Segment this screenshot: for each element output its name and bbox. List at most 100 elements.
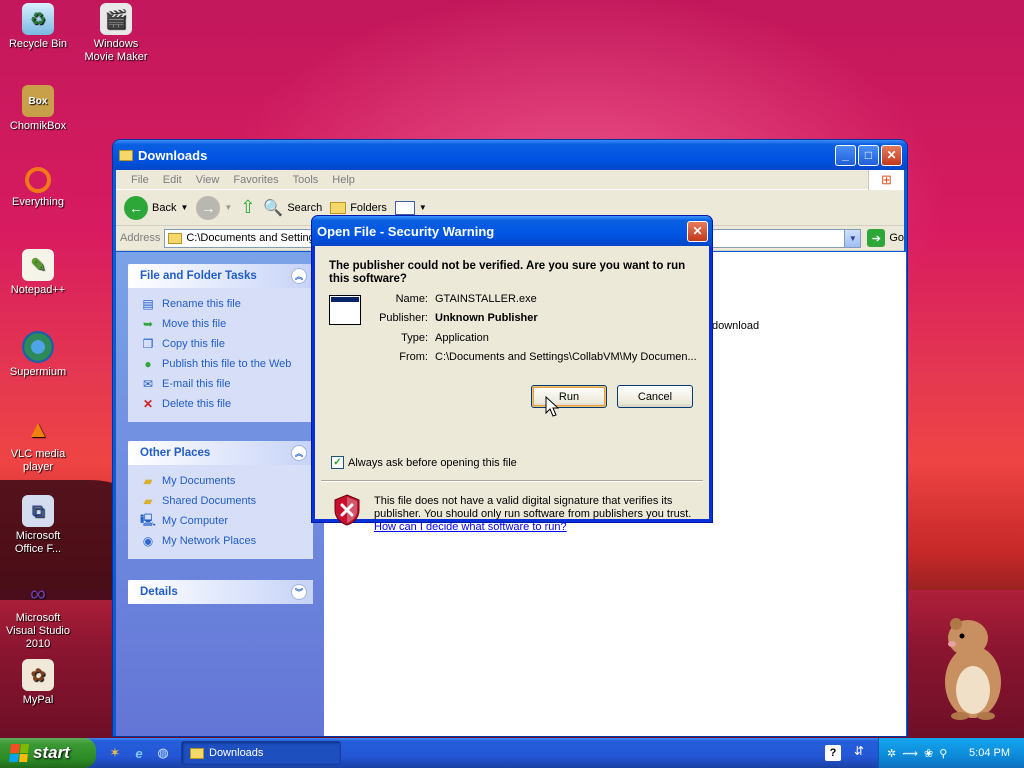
place-my-computer[interactable]: 🖳 My Computer <box>140 511 303 531</box>
desktop-icon-notepad-plus-plus[interactable]: ✎ Notepad++ <box>0 249 76 297</box>
from-label: From: <box>399 351 428 363</box>
minimize-button[interactable]: _ <box>835 144 856 166</box>
views-icon <box>394 200 415 215</box>
menu-view[interactable]: View <box>189 174 227 186</box>
always-ask-checkbox[interactable]: ✓ Always ask before opening this file <box>331 456 517 469</box>
task-copy-file[interactable]: ❐ Copy this file <box>140 334 303 354</box>
delete-icon: ✕ <box>142 397 154 411</box>
forward-button[interactable]: → ▼ <box>196 195 233 220</box>
folders-label: Folders <box>350 201 387 214</box>
menu-bar: File Edit View Favorites Tools Help ⊞ <box>116 170 904 190</box>
desktop-icon-recycle-bin[interactable]: ♻ Recycle Bin <box>0 3 76 51</box>
menu-favorites[interactable]: Favorites <box>226 174 285 186</box>
folder-icon: ▰ <box>143 474 153 488</box>
task-label: Move this file <box>162 318 227 330</box>
task-rename-file[interactable]: ▤ Rename this file <box>140 294 303 314</box>
publisher-value[interactable]: Unknown Publisher <box>435 312 538 324</box>
desktop-icon-vlc[interactable]: ▲ VLC media player <box>0 413 76 474</box>
type-value: Application <box>435 332 489 344</box>
quick-launch: ✶ e ◍ <box>106 744 172 762</box>
address-dropdown-button[interactable]: ▼ <box>844 229 861 247</box>
help-link[interactable]: How can I decide what software to run? <box>374 521 567 533</box>
task-publish-file[interactable]: ● Publish this file to the Web <box>140 354 303 374</box>
help-icon[interactable]: ? <box>825 745 841 761</box>
task-move-file[interactable]: ➥ Move this file <box>140 314 303 334</box>
tray-search-icon[interactable]: ⚲ <box>939 747 947 760</box>
go-button[interactable]: ➔ Go <box>867 229 904 247</box>
task-label: E-mail this file <box>162 378 231 390</box>
desktop-icon-supermium[interactable]: Supermium <box>0 331 76 379</box>
tray-settings-icon[interactable]: ✲ <box>887 747 896 760</box>
dialog-close-button[interactable]: ✕ <box>687 220 708 242</box>
place-my-network-places[interactable]: ◉ My Network Places <box>140 531 303 551</box>
dialog-title: Open File - Security Warning <box>317 223 495 239</box>
office-icon: ⧉ <box>22 495 54 527</box>
visual-studio-icon: ∞ <box>30 580 46 606</box>
explorer-titlebar[interactable]: Downloads _ □ ✕ <box>113 140 907 170</box>
folders-button[interactable]: Folders <box>330 201 387 214</box>
desktop-icon-office[interactable]: ⧉ Microsoft Office F... <box>0 495 76 556</box>
desktop-icon-chomikbox[interactable]: Box ChomikBox <box>0 85 76 133</box>
run-button[interactable]: Run <box>531 385 607 408</box>
start-button[interactable]: start <box>0 738 96 768</box>
place-my-documents[interactable]: ▰ My Documents <box>140 471 303 491</box>
task-email-file[interactable]: ✉ E-mail this file <box>140 374 303 394</box>
up-folder-button[interactable]: ⇧ <box>240 197 255 218</box>
chevron-down-icon: ▼ <box>224 203 233 212</box>
browser-quicklaunch-icon[interactable]: ◍ <box>154 744 172 762</box>
desktop-icon-label: Notepad++ <box>10 284 66 296</box>
desktop-icon-mypal[interactable]: ✿ MyPal <box>0 659 76 707</box>
search-button[interactable]: 🔍 Search <box>263 198 322 218</box>
file-folder-tasks-header[interactable]: File and Folder Tasks ︽ <box>128 264 313 288</box>
everything-icon <box>25 167 51 193</box>
desktop-icon-visual-studio[interactable]: ∞ Microsoft Visual Studio 2010 <box>0 577 76 651</box>
other-places-panel: Other Places ︽ ▰ My Documents ▰ Shared Doc… <box>128 441 313 559</box>
file-item-label[interactable]: download <box>712 320 759 332</box>
maximize-button[interactable]: □ <box>858 144 879 166</box>
system-tray: ✲ ⟿ ❀ ⚲ 5:04 PM <box>878 738 1024 768</box>
move-icon: ➥ <box>142 317 154 331</box>
internet-explorer-icon[interactable]: e <box>130 744 148 762</box>
collapse-icon[interactable]: ︽ <box>291 268 307 284</box>
supermium-icon <box>22 331 54 363</box>
menu-file[interactable]: File <box>124 174 156 186</box>
desktop-icon-movie-maker[interactable]: 🎬 Windows Movie Maker <box>78 3 154 64</box>
menu-help[interactable]: Help <box>325 174 362 186</box>
clock[interactable]: 5:04 PM <box>969 747 1010 759</box>
globe-icon: ● <box>144 357 152 371</box>
desktop-icon-everything[interactable]: Everything <box>0 167 76 209</box>
language-bar-icon[interactable]: ⇵ <box>854 744 864 758</box>
expand-icon[interactable]: ︾ <box>291 584 307 600</box>
task-delete-file[interactable]: ✕ Delete this file <box>140 394 303 414</box>
views-button[interactable]: ▼ <box>394 200 427 215</box>
checkbox-check-icon[interactable]: ✓ <box>331 456 344 469</box>
close-button[interactable]: ✕ <box>881 144 902 166</box>
hamster-desktop-pet-icon <box>945 618 1001 720</box>
email-icon: ✉ <box>142 377 154 391</box>
security-warning-dialog: Open File - Security Warning ✕ The publi… <box>311 215 713 533</box>
back-button[interactable]: ← Back ▼ <box>124 195 188 220</box>
task-pane: File and Folder Tasks ︽ ▤ Rename this fil… <box>116 252 324 736</box>
place-label: My Computer <box>162 515 229 527</box>
dialog-titlebar[interactable]: Open File - Security Warning ✕ <box>312 216 712 246</box>
other-places-header[interactable]: Other Places ︽ <box>128 441 313 465</box>
details-header[interactable]: Details ︾ <box>128 580 313 604</box>
search-icon: 🔍 <box>263 199 284 217</box>
tray-hamster-icon[interactable]: ❀ <box>924 747 933 760</box>
address-value: C:\Documents and Settings <box>186 232 321 244</box>
desktop-icon-label: Windows Movie Maker <box>84 38 148 63</box>
security-shield-icon <box>334 494 360 526</box>
collapse-icon[interactable]: ︽ <box>291 445 307 461</box>
cancel-button[interactable]: Cancel <box>617 385 693 408</box>
menu-edit[interactable]: Edit <box>156 174 189 186</box>
desktop-icon-label: Microsoft Visual Studio 2010 <box>5 612 70 650</box>
notepad-plus-plus-icon: ✎ <box>22 249 54 281</box>
menu-tools[interactable]: Tools <box>286 174 326 186</box>
mypal-icon: ✿ <box>22 659 54 691</box>
tray-network-icon[interactable]: ⟿ <box>902 747 918 760</box>
place-shared-documents[interactable]: ▰ Shared Documents <box>140 491 303 511</box>
chomikbox-icon: Box <box>22 85 54 117</box>
taskbar-task-downloads[interactable]: Downloads <box>181 741 341 765</box>
chomikbox-quicklaunch-icon[interactable]: ✶ <box>106 744 124 762</box>
dialog-question: The publisher could not be verified. Are… <box>329 260 686 285</box>
